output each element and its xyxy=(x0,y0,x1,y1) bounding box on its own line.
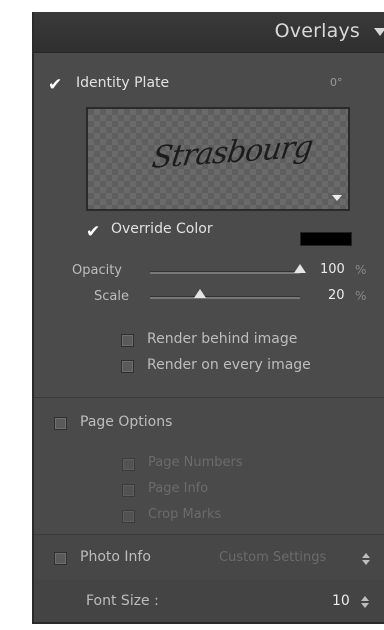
page-numbers-label: Page Numbers xyxy=(148,455,243,470)
override-color-swatch[interactable] xyxy=(300,232,352,246)
font-size-section: Font Size : 10 xyxy=(34,580,384,622)
down-arrow-icon[interactable] xyxy=(362,560,370,565)
font-size-value[interactable]: 10 xyxy=(332,593,350,609)
identity-plate-preview[interactable]: Strasbourg xyxy=(86,107,350,211)
identity-plate-label: Identity Plate xyxy=(76,75,170,91)
page-info-checkbox[interactable] xyxy=(122,484,135,497)
panel-header[interactable]: Overlays xyxy=(34,12,384,53)
crop-marks-checkbox[interactable] xyxy=(122,510,135,523)
identity-plate-signature: Strasbourg xyxy=(149,129,315,176)
render-every-checkbox[interactable] xyxy=(121,360,134,373)
crop-marks-label: Crop Marks xyxy=(148,507,222,522)
up-arrow-icon[interactable] xyxy=(362,553,370,558)
font-size-label: Font Size : xyxy=(86,593,159,609)
render-behind-checkbox[interactable] xyxy=(121,334,134,347)
scale-slider-track[interactable] xyxy=(150,296,300,299)
page-info-label: Page Info xyxy=(148,481,209,496)
photo-info-label: Photo Info xyxy=(80,549,151,565)
up-arrow-icon[interactable] xyxy=(361,596,369,601)
opacity-value[interactable]: 100 xyxy=(320,262,345,277)
identity-plate-angle[interactable]: 0° xyxy=(330,76,343,89)
photo-info-section: Photo Info Custom Settings xyxy=(34,535,384,580)
page-options-checkbox[interactable] xyxy=(54,417,67,430)
page-options-section: Page Options Page Numbers Page Info Crop… xyxy=(34,398,384,534)
scale-unit: % xyxy=(355,289,367,303)
photo-info-setting[interactable]: Custom Settings xyxy=(219,550,326,565)
opacity-unit: % xyxy=(355,263,367,277)
opacity-label: Opacity xyxy=(72,263,123,278)
scale-value[interactable]: 20 xyxy=(328,288,345,303)
triangle-down-icon[interactable] xyxy=(374,28,384,36)
render-behind-label: Render behind image xyxy=(147,331,298,347)
panel-title: Overlays xyxy=(274,20,360,42)
identity-plate-checkbox[interactable]: ✔ xyxy=(48,77,64,94)
triangle-down-icon[interactable] xyxy=(332,195,342,201)
page-options-label: Page Options xyxy=(80,414,173,430)
page-numbers-checkbox[interactable] xyxy=(122,458,135,471)
down-arrow-icon[interactable] xyxy=(361,603,369,608)
overlays-panel: Overlays ✔ Identity Plate 0° Strasbourg … xyxy=(32,12,384,624)
scale-slider-thumb[interactable] xyxy=(194,289,206,298)
override-color-checkbox[interactable]: ✔ xyxy=(86,224,102,241)
photo-info-checkbox[interactable] xyxy=(54,552,67,565)
render-every-label: Render on every image xyxy=(147,357,311,373)
scale-label: Scale xyxy=(94,289,129,304)
override-color-label: Override Color xyxy=(111,221,213,237)
opacity-slider-track[interactable] xyxy=(150,271,300,274)
opacity-slider-thumb[interactable] xyxy=(294,264,306,273)
